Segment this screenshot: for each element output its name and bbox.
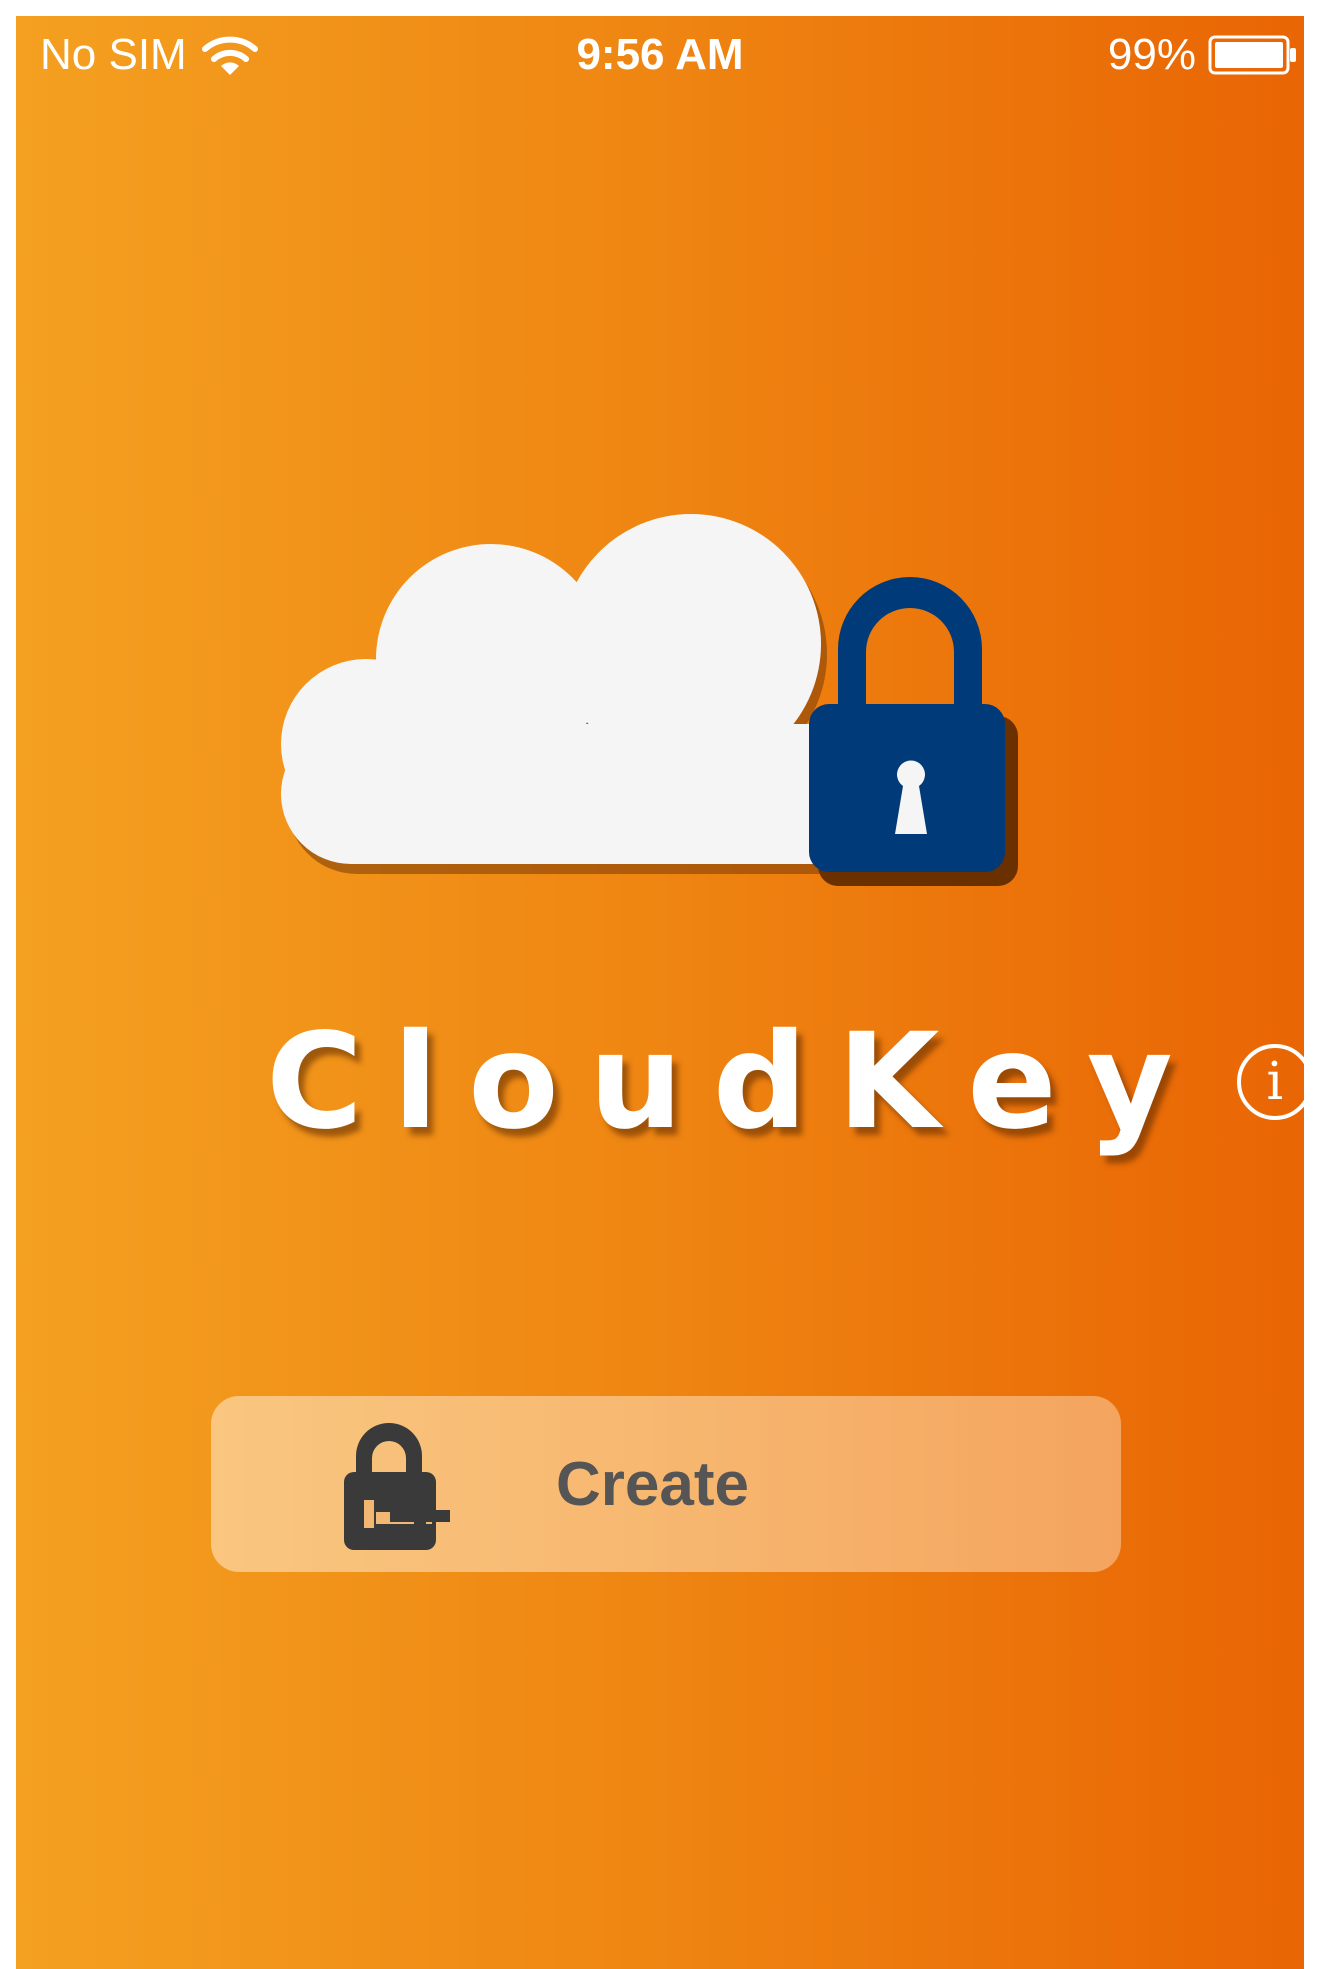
app-wordmark: CloudKey i <box>266 1016 1304 1148</box>
create-button[interactable]: Create <box>211 1396 1121 1572</box>
battery-icon <box>1208 35 1296 75</box>
app-logo <box>271 504 1051 964</box>
info-button[interactable]: i <box>1236 1044 1304 1120</box>
padlock-icon <box>809 577 1018 886</box>
info-icon: i <box>1266 1052 1284 1112</box>
battery-percent: 99% <box>1107 30 1196 79</box>
create-button-label: Create <box>556 1449 749 1519</box>
status-bar: No SIM 9:56 AM 99% <box>16 16 1304 96</box>
logo-graphic <box>281 514 1018 886</box>
cloud-icon <box>281 514 887 874</box>
app-name: CloudKey <box>266 1005 1203 1159</box>
app-screen: No SIM 9:56 AM 99% CloudKey i Create <box>16 16 1304 1969</box>
lock-plus-icon <box>344 1423 450 1550</box>
battery-indicator: 99% <box>1108 30 1298 80</box>
